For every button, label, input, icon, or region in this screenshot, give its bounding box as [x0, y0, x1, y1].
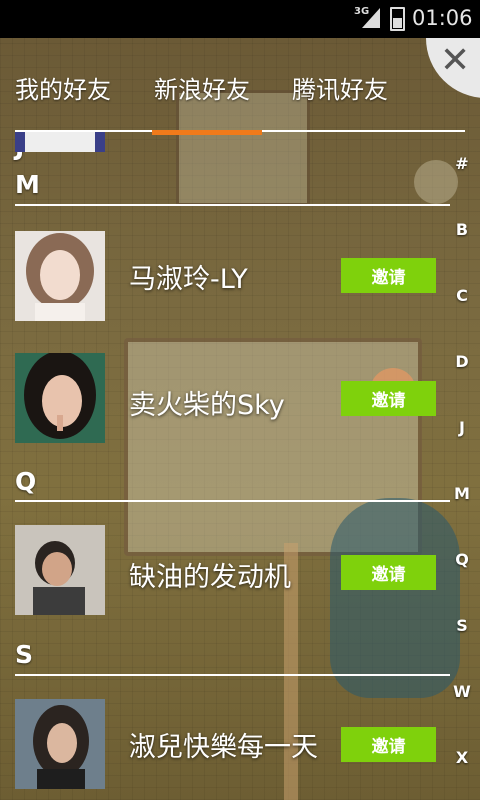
friend-tabs: 我的好友 新浪好友 腾讯好友 [0, 70, 480, 110]
avatar [15, 132, 105, 152]
friend-row[interactable]: 卖火柴的Sky 邀请 [0, 353, 450, 445]
section-header-m: M [15, 170, 40, 199]
index-letter[interactable]: C [448, 286, 476, 305]
status-bar: 3G 01:06 [0, 0, 480, 38]
invite-button[interactable]: 邀请 [341, 727, 436, 762]
index-letter[interactable]: # [448, 154, 476, 173]
friend-row[interactable] [0, 132, 450, 154]
section-divider [15, 204, 450, 206]
index-letter[interactable]: S [448, 616, 476, 635]
index-letter[interactable]: X [448, 748, 476, 767]
tab-my-friends[interactable]: 我的好友 [15, 70, 111, 105]
tab-tencent-friends[interactable]: 腾讯好友 [292, 70, 388, 105]
friend-name: 卖火柴的Sky [129, 390, 285, 421]
invite-button[interactable]: 邀请 [341, 555, 436, 590]
section-divider [15, 500, 450, 502]
index-letter[interactable]: D [448, 352, 476, 371]
tab-sina-friends[interactable]: 新浪好友 [154, 70, 250, 105]
signal-icon [362, 8, 380, 28]
avatar [15, 231, 105, 321]
friend-name: 缺油的发动机 [129, 562, 291, 593]
alphabet-index[interactable]: # B C D J M Q S W X [448, 148, 476, 788]
invite-button[interactable]: 邀请 [341, 258, 436, 293]
index-letter[interactable]: Q [448, 550, 476, 569]
avatar [15, 353, 105, 443]
invite-button[interactable]: 邀请 [341, 381, 436, 416]
friend-row[interactable]: 缺油的发动机 邀请 [0, 525, 450, 617]
friend-row[interactable]: 淑兒快樂每一天 邀请 [0, 699, 450, 791]
index-letter[interactable]: J [448, 418, 476, 437]
index-letter[interactable]: M [448, 484, 476, 503]
friend-row[interactable]: 马淑玲-LY 邀请 [0, 231, 450, 323]
status-time: 01:06 [412, 6, 473, 30]
section-header-s: S [15, 640, 34, 669]
index-letter[interactable]: W [448, 682, 476, 701]
avatar [15, 525, 105, 615]
section-divider [15, 674, 450, 676]
friend-list[interactable]: J M 马淑玲-LY 邀请 卖火柴的Sky [0, 132, 450, 800]
friend-name: 淑兒快樂每一天 [129, 732, 318, 763]
battery-icon [390, 7, 405, 31]
friend-name: 马淑玲-LY [129, 264, 248, 295]
section-header-q: Q [15, 467, 37, 496]
avatar [15, 699, 105, 789]
index-letter[interactable]: B [448, 220, 476, 239]
